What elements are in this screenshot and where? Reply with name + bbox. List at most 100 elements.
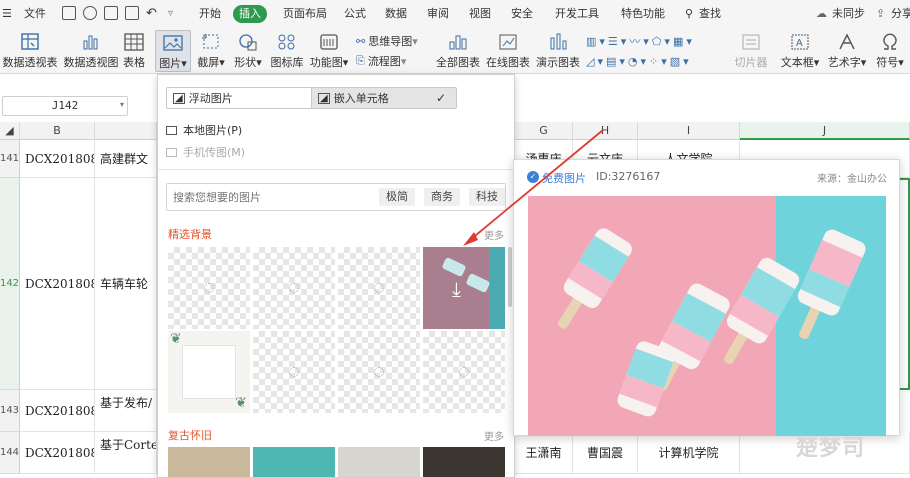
slicer-button[interactable]: 切片器: [735, 30, 768, 72]
column-header-c[interactable]: [95, 122, 157, 140]
pie-chart-icon[interactable]: ◔▾: [628, 55, 649, 68]
line-chart-icon[interactable]: 〰▾: [629, 33, 652, 49]
table-cell[interactable]: DCX2018084: [20, 178, 95, 390]
menu-review[interactable]: 审阅: [427, 6, 449, 22]
share-button[interactable]: 分享: [891, 6, 910, 22]
select-all-corner[interactable]: ◢: [0, 122, 20, 140]
table-cell[interactable]: 基于Corte: [95, 432, 157, 474]
menu-special[interactable]: 特色功能: [621, 6, 665, 22]
app-menu-icon[interactable]: ☰: [2, 6, 12, 22]
chart-type-icons-row2[interactable]: ◿▾ ▤▾ ◔▾ ⁘▾ ▧▾: [586, 52, 726, 70]
table-cell[interactable]: DCX2018085: [20, 390, 95, 432]
picture-thumbnail-retro[interactable]: [423, 447, 505, 477]
function-chart-button[interactable]: 功能图▾: [309, 30, 349, 72]
phone-upload-item[interactable]: 手机传图(M): [166, 143, 245, 161]
table-cell[interactable]: 基于发布/: [95, 390, 157, 432]
format-painter-icon[interactable]: [83, 6, 97, 20]
picture-thumbnail-leaf-frame[interactable]: ❦ ❦: [168, 331, 250, 413]
quick-access-dropdown-icon[interactable]: ▿: [168, 6, 173, 22]
menu-file[interactable]: 文件: [24, 6, 46, 22]
stock-chart-icon[interactable]: ▦▾: [673, 35, 695, 48]
tag-technology[interactable]: 科技: [469, 188, 505, 206]
picture-thumbnail[interactable]: [253, 247, 335, 329]
more-link-featured[interactable]: 更多: [484, 227, 504, 242]
mind-map-button[interactable]: ⚯ 思维导图 ▾: [356, 32, 418, 50]
save-icon[interactable]: [62, 6, 76, 20]
column-header-j[interactable]: J: [740, 122, 910, 140]
picture-button[interactable]: 图片▾: [155, 30, 191, 72]
text-box-button[interactable]: A 文本框▾: [780, 30, 820, 72]
name-box[interactable]: J142: [2, 96, 128, 116]
download-icon[interactable]: ⤓: [452, 277, 461, 301]
menu-security[interactable]: 安全: [511, 6, 533, 22]
screenshot-button[interactable]: 截屏▾: [196, 30, 226, 72]
symbol-button[interactable]: 符号▾: [874, 30, 906, 72]
icon-library-button[interactable]: 图标库: [270, 30, 304, 72]
pivot-chart-button[interactable]: 数据透视图: [63, 30, 119, 72]
presentation-chart-button[interactable]: 演示图表: [536, 30, 580, 72]
undo-icon[interactable]: ↶: [146, 6, 157, 22]
online-charts-button[interactable]: 在线图表: [486, 30, 530, 72]
other-chart-icon[interactable]: ▧▾: [670, 55, 692, 68]
menu-view[interactable]: 视图: [469, 6, 491, 22]
menu-data[interactable]: 数据: [385, 6, 407, 22]
print-icon[interactable]: [104, 6, 118, 20]
combo-chart-icon[interactable]: ▤▾: [606, 55, 628, 68]
local-picture-item[interactable]: 本地图片(P): [166, 121, 242, 139]
picture-thumbnail[interactable]: [168, 247, 250, 329]
picture-thumbnail-retro[interactable]: [253, 447, 335, 477]
row-header[interactable]: 144: [0, 432, 20, 474]
table-cell[interactable]: 曹国震: [573, 432, 638, 474]
radar-chart-icon[interactable]: ⬠▾: [652, 35, 673, 48]
table-cell[interactable]: 王潇南: [515, 432, 573, 474]
picture-thumbnail[interactable]: [423, 331, 505, 413]
column-header-b[interactable]: B: [20, 122, 95, 140]
picture-thumbnail-popsicle-hovered[interactable]: ⤓: [423, 247, 505, 329]
picture-thumbnail[interactable]: [338, 331, 420, 413]
picture-thumbnail-retro[interactable]: [168, 447, 250, 477]
panel-scrollbar[interactable]: [508, 247, 512, 307]
menu-page-layout[interactable]: 页面布局: [283, 6, 327, 22]
row-header[interactable]: 141: [0, 140, 20, 178]
tag-minimal[interactable]: 极简: [379, 188, 415, 206]
bar-chart-icon[interactable]: ☰▾: [608, 35, 629, 48]
all-charts-button[interactable]: 全部图表: [436, 30, 480, 72]
scatter-chart-icon[interactable]: ⁘▾: [649, 55, 670, 68]
table-cell[interactable]: DCX2018086: [20, 432, 95, 474]
tag-business[interactable]: 商务: [424, 188, 460, 206]
area-chart-icon[interactable]: ◿▾: [586, 55, 606, 68]
name-box-dropdown-icon[interactable]: ▾: [120, 100, 124, 109]
column-chart-icon[interactable]: ▥▾: [586, 35, 608, 48]
column-header-i[interactable]: I: [638, 122, 740, 140]
picture-search-box[interactable]: 极简 商务 科技: [166, 183, 506, 211]
search-icon[interactable]: ⚲: [685, 6, 693, 22]
shape-button[interactable]: 形状▾: [232, 30, 264, 72]
float-picture-option[interactable]: ◢ 浮动图片: [166, 87, 312, 109]
table-button[interactable]: 表格: [122, 30, 146, 72]
column-header-g[interactable]: G: [515, 122, 573, 140]
table-cell[interactable]: 高建群文: [95, 140, 157, 178]
menu-insert[interactable]: 插入: [233, 5, 267, 23]
more-link-retro[interactable]: 更多: [484, 428, 504, 443]
table-cell[interactable]: DCX2018083: [20, 140, 95, 178]
column-header-h[interactable]: H: [573, 122, 638, 140]
pivot-table-button[interactable]: 数据透视表: [3, 30, 58, 72]
sync-status[interactable]: 未同步: [832, 6, 865, 22]
embed-in-cell-option[interactable]: ◢ 嵌入单元格 ✓: [311, 87, 457, 109]
menu-home[interactable]: 开始: [199, 6, 221, 22]
picture-thumbnail-retro[interactable]: [338, 447, 420, 477]
row-header[interactable]: 143: [0, 390, 20, 432]
menu-find[interactable]: 查找: [699, 6, 721, 22]
chart-type-icons-row1[interactable]: ▥▾ ☰▾ 〰▾ ⬠▾ ▦▾: [586, 32, 726, 50]
picture-thumbnail[interactable]: [338, 247, 420, 329]
print-preview-icon[interactable]: [125, 6, 139, 20]
table-cell[interactable]: 车辆车轮: [95, 178, 157, 390]
flowchart-button[interactable]: ⎘ 流程图 ▾: [356, 52, 406, 70]
table-cell[interactable]: 计算机学院: [638, 432, 740, 474]
picture-thumbnail[interactable]: [253, 331, 335, 413]
picture-search-input[interactable]: [173, 188, 373, 206]
menu-developer[interactable]: 开发工具: [555, 6, 599, 22]
menu-formula[interactable]: 公式: [344, 6, 366, 22]
word-art-button[interactable]: 艺术字▾: [826, 30, 868, 72]
row-header[interactable]: 142: [0, 178, 20, 390]
